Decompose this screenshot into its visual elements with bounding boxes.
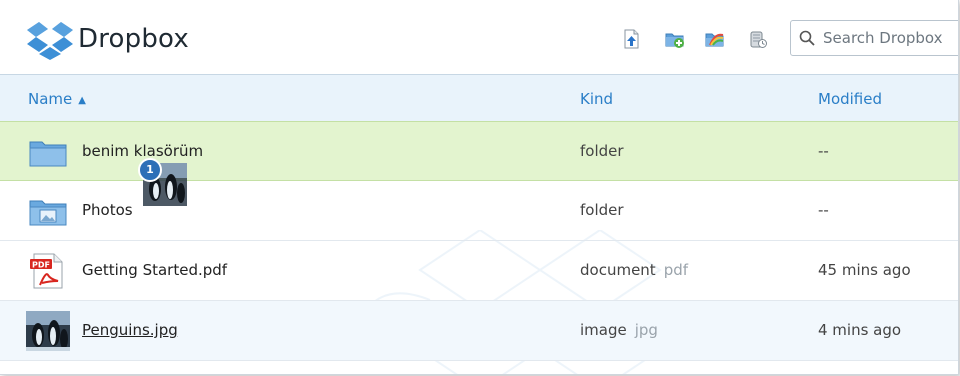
dropbox-window: Dropbox Search Dropbox Name ▲ Kind Modif… (0, 0, 959, 375)
show-deleted-files-icon[interactable] (748, 29, 768, 49)
photos-folder-icon (29, 200, 67, 226)
folder-icon (29, 141, 67, 167)
file-kind: folder (580, 201, 624, 219)
file-kind-cell: image jpg (580, 321, 658, 339)
column-header: Name ▲ Kind Modified (0, 74, 958, 122)
pdf-icon: PDF (30, 253, 63, 289)
svg-text:PDF: PDF (32, 261, 50, 270)
app-title[interactable]: Dropbox (78, 24, 189, 54)
file-row-getting-started[interactable]: PDF Getting Started.pdf document pdf 45 m… (0, 241, 958, 301)
file-kind: image (580, 321, 627, 339)
search-icon (799, 30, 815, 46)
column-name-label: Name (28, 90, 73, 108)
search-box[interactable] (790, 20, 958, 56)
file-extension: pdf (663, 261, 689, 279)
new-folder-icon[interactable] (665, 29, 685, 49)
penguins-thumbnail (26, 311, 70, 351)
file-extension: jpg (634, 321, 658, 339)
dropbox-logo-icon[interactable] (26, 20, 74, 60)
file-row-penguins[interactable]: Penguins.jpg image jpg 4 mins ago (0, 301, 958, 361)
column-name-header[interactable]: Name ▲ (28, 90, 86, 108)
column-modified-header[interactable]: Modified (818, 90, 882, 108)
file-kind: folder (580, 142, 624, 160)
file-modified: -- (818, 142, 829, 160)
share-folder-icon[interactable] (705, 29, 725, 49)
file-name[interactable]: Photos (82, 201, 133, 219)
drag-count-badge: 1 (138, 158, 162, 182)
file-modified: 4 mins ago (818, 321, 902, 339)
search-input[interactable] (823, 27, 958, 49)
file-name[interactable]: Getting Started.pdf (82, 261, 227, 279)
file-name[interactable]: benim klasörüm (82, 142, 203, 160)
column-kind-header[interactable]: Kind (580, 90, 613, 108)
file-modified: -- (818, 201, 829, 219)
header: Dropbox (0, 0, 958, 74)
file-name[interactable]: Penguins.jpg (82, 321, 178, 339)
file-modified: 45 mins ago (818, 261, 911, 279)
file-kind-cell: document pdf (580, 261, 688, 279)
sort-ascending-icon: ▲ (78, 95, 86, 106)
file-kind: document (580, 261, 656, 279)
upload-file-icon[interactable] (622, 29, 642, 49)
